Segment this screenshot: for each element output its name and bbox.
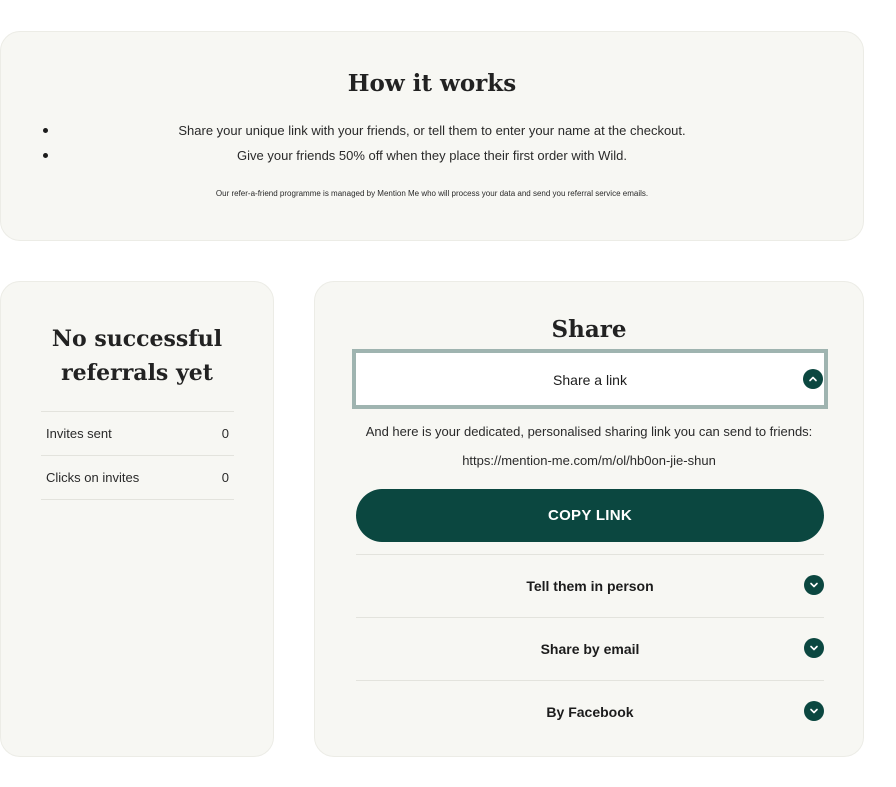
copy-link-button[interactable]: COPY LINK bbox=[356, 489, 824, 542]
by-facebook-accordion-header[interactable]: By Facebook bbox=[356, 680, 824, 743]
accordion-label: Share a link bbox=[553, 372, 627, 388]
accordion-label: Tell them in person bbox=[526, 578, 654, 594]
accordion-label: Share by email bbox=[540, 641, 640, 657]
accordion-label: By Facebook bbox=[546, 704, 634, 720]
step-text: Share your unique link with your friends… bbox=[178, 123, 686, 138]
share-title: Share bbox=[551, 316, 627, 343]
tell-in-person-accordion-header[interactable]: Tell them in person bbox=[356, 554, 824, 617]
stats-title: No successful referrals yet bbox=[51, 326, 223, 386]
privacy-note: Our refer-a-friend programme is managed … bbox=[215, 189, 649, 198]
how-it-works-card: How it works Share your unique link with… bbox=[0, 31, 864, 241]
stat-value: 0 bbox=[221, 470, 229, 485]
chevron-down-icon bbox=[804, 638, 824, 658]
how-it-works-title: How it works bbox=[347, 70, 517, 97]
stats-table: Invites sent 0 Clicks on invites 0 bbox=[41, 411, 234, 500]
how-it-works-list: Share your unique link with your friends… bbox=[1, 120, 863, 170]
referral-stats-card: No successful referrals yet Invites sent… bbox=[0, 281, 274, 757]
bullet-icon bbox=[43, 153, 48, 158]
list-item: Give your friends 50% off when they plac… bbox=[1, 145, 863, 170]
share-link-description: And here is your dedicated, personalised… bbox=[365, 424, 813, 439]
chevron-up-icon bbox=[803, 369, 823, 389]
chevron-down-icon bbox=[804, 701, 824, 721]
stat-label: Clicks on invites bbox=[46, 470, 140, 485]
table-row: Clicks on invites 0 bbox=[41, 456, 234, 500]
share-link-accordion-header[interactable]: Share a link bbox=[352, 349, 828, 409]
stat-value: 0 bbox=[221, 426, 229, 441]
list-item: Share your unique link with your friends… bbox=[1, 120, 863, 145]
share-card: Share Share a link And here is your dedi… bbox=[314, 281, 864, 757]
step-text: Give your friends 50% off when they plac… bbox=[237, 148, 627, 163]
table-row: Invites sent 0 bbox=[41, 412, 234, 456]
share-by-email-accordion-header[interactable]: Share by email bbox=[356, 617, 824, 680]
bullet-icon bbox=[43, 128, 48, 133]
chevron-down-icon bbox=[804, 575, 824, 595]
share-link-url[interactable]: https://mention-me.com/m/ol/hb0on-jie-sh… bbox=[315, 453, 863, 468]
stat-label: Invites sent bbox=[46, 426, 112, 441]
